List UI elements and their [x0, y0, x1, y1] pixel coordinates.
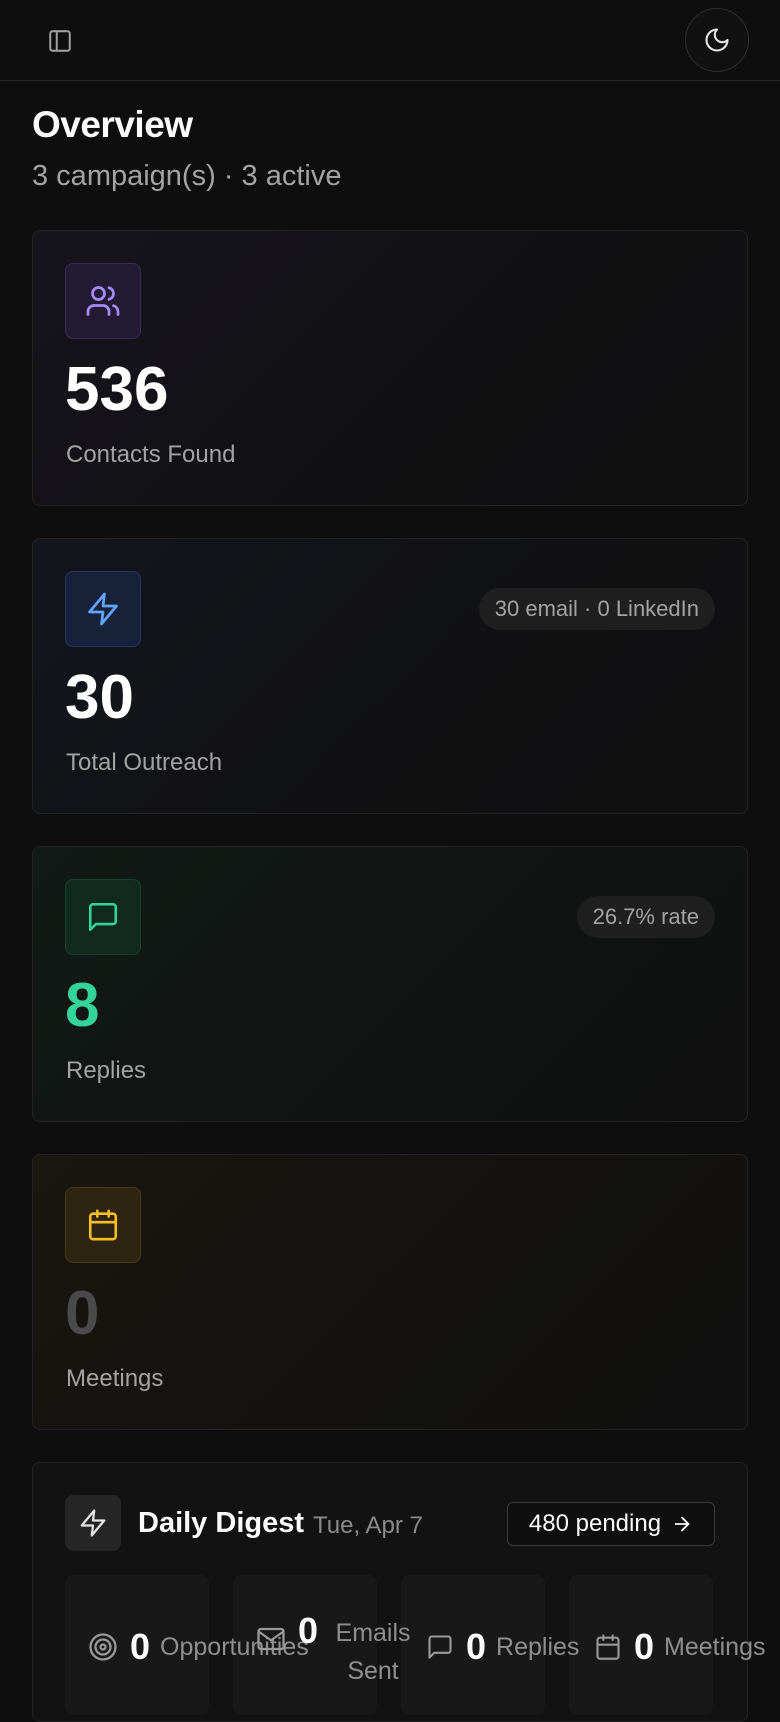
- stat-value: 0: [298, 1610, 319, 1651]
- top-bar: [0, 0, 780, 81]
- digest-stat-meetings: 0 Meetings: [594, 1617, 765, 1677]
- digest-icon-box: [65, 1495, 121, 1551]
- card-icon-box: [65, 571, 141, 647]
- contacts-found-card[interactable]: 536 Contacts Found: [32, 230, 748, 506]
- arrow-right-icon: [674, 1516, 690, 1532]
- total-outreach-label: Total Outreach: [66, 749, 223, 776]
- stat-label: Meetings: [664, 1632, 766, 1661]
- theme-toggle-button[interactable]: [685, 8, 749, 72]
- digest-date: Tue, Apr 7: [313, 1512, 423, 1539]
- reply-rate-badge: 26.7% rate: [576, 896, 715, 938]
- stat-value: 0: [130, 1626, 151, 1667]
- page-subtitle: 3 campaign(s) · 3 active: [32, 160, 342, 192]
- total-outreach-value: 30: [65, 663, 134, 732]
- calendar-icon: [88, 1209, 118, 1241]
- stat-label: Replies: [496, 1632, 580, 1661]
- meetings-label: Meetings: [66, 1365, 164, 1392]
- moon-icon: [705, 28, 729, 52]
- digest-stat-replies: 0 Replies: [426, 1617, 579, 1677]
- stat-value: 0: [466, 1626, 487, 1667]
- zap-icon: [88, 592, 118, 626]
- sidebar-toggle-button[interactable]: [40, 21, 80, 61]
- panel-left-icon: [49, 30, 71, 52]
- message-square-icon: [88, 902, 118, 932]
- pending-label: 480 pending: [528, 1510, 662, 1537]
- calendar-icon: [596, 1634, 620, 1660]
- replies-card[interactable]: 26.7% rate 8 Replies: [32, 846, 748, 1122]
- digest-title: Daily Digest: [138, 1507, 304, 1539]
- total-outreach-card[interactable]: 30 email · 0 LinkedIn 30 Total Outreach: [32, 538, 748, 814]
- pending-button[interactable]: 480 pending: [507, 1502, 715, 1546]
- meetings-value: 0: [65, 1279, 100, 1348]
- mail-icon: [257, 1627, 285, 1651]
- zap-icon: [80, 1509, 106, 1537]
- page-title: Overview: [32, 104, 193, 145]
- replies-value: 8: [65, 971, 100, 1040]
- outreach-breakdown-badge: 30 email · 0 LinkedIn: [478, 588, 715, 630]
- users-icon: [86, 286, 120, 316]
- stat-value: 0: [634, 1626, 655, 1667]
- replies-label: Replies: [66, 1057, 147, 1084]
- target-icon: [89, 1633, 117, 1661]
- stat-label: Emails Sent: [335, 1619, 411, 1685]
- contacts-found-label: Contacts Found: [66, 441, 236, 468]
- meetings-card[interactable]: 0 Meetings: [32, 1154, 748, 1430]
- card-icon-box: [65, 263, 141, 339]
- message-square-icon: [428, 1635, 452, 1659]
- card-icon-box: [65, 879, 141, 955]
- card-icon-box: [65, 1187, 141, 1263]
- digest-stat-emails: 0 Emails Sent: [256, 1602, 418, 1692]
- contacts-found-value: 536: [65, 355, 169, 424]
